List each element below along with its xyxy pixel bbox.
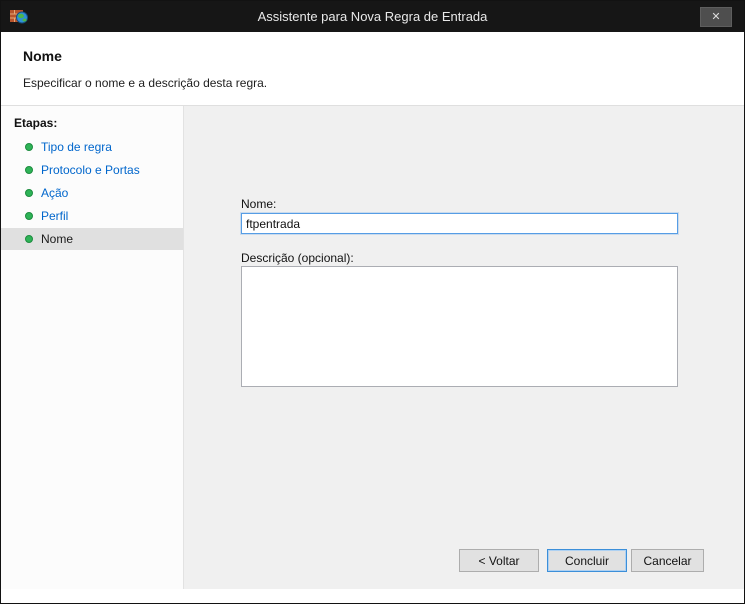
step-label: Nome [41, 232, 73, 246]
firewall-icon [10, 9, 28, 24]
page-subtitle: Especificar o nome e a descrição desta r… [23, 76, 267, 90]
footer-strip [1, 589, 744, 603]
sidebar-item-tipo-de-regra[interactable]: Tipo de regra [1, 136, 183, 158]
back-button[interactable]: < Voltar [459, 549, 539, 572]
step-bullet-icon [25, 166, 33, 174]
name-label: Nome: [241, 197, 276, 211]
step-label: Perfil [41, 209, 68, 223]
steps-heading: Etapas: [14, 116, 57, 130]
page-title: Nome [23, 48, 62, 64]
step-label: Protocolo e Portas [41, 163, 140, 177]
sidebar-item-acao[interactable]: Ação [1, 182, 183, 204]
sidebar-item-protocolo-e-portas[interactable]: Protocolo e Portas [1, 159, 183, 181]
step-label: Tipo de regra [41, 140, 112, 154]
titlebar: Assistente para Nova Regra de Entrada ✕ [1, 1, 744, 32]
sidebar-item-perfil[interactable]: Perfil [1, 205, 183, 227]
window-title: Assistente para Nova Regra de Entrada [1, 1, 744, 32]
step-bullet-icon [25, 212, 33, 220]
close-icon[interactable]: ✕ [700, 7, 732, 27]
step-bullet-icon [25, 143, 33, 151]
wizard-window: Assistente para Nova Regra de Entrada ✕ … [0, 0, 745, 604]
description-textarea[interactable] [241, 266, 678, 387]
main-panel: Nome: Descrição (opcional): < Voltar Con… [185, 106, 744, 589]
cancel-button[interactable]: Cancelar [631, 549, 704, 572]
step-label: Ação [41, 186, 68, 200]
finish-button[interactable]: Concluir [547, 549, 627, 572]
sidebar-item-nome[interactable]: Nome [1, 228, 183, 250]
steps-sidebar: Etapas: Tipo de regra Protocolo e Portas… [1, 106, 184, 589]
description-label: Descrição (opcional): [241, 251, 354, 265]
header: Nome Especificar o nome e a descrição de… [1, 32, 744, 106]
name-input[interactable] [241, 213, 678, 234]
step-bullet-icon [25, 189, 33, 197]
step-bullet-icon [25, 235, 33, 243]
